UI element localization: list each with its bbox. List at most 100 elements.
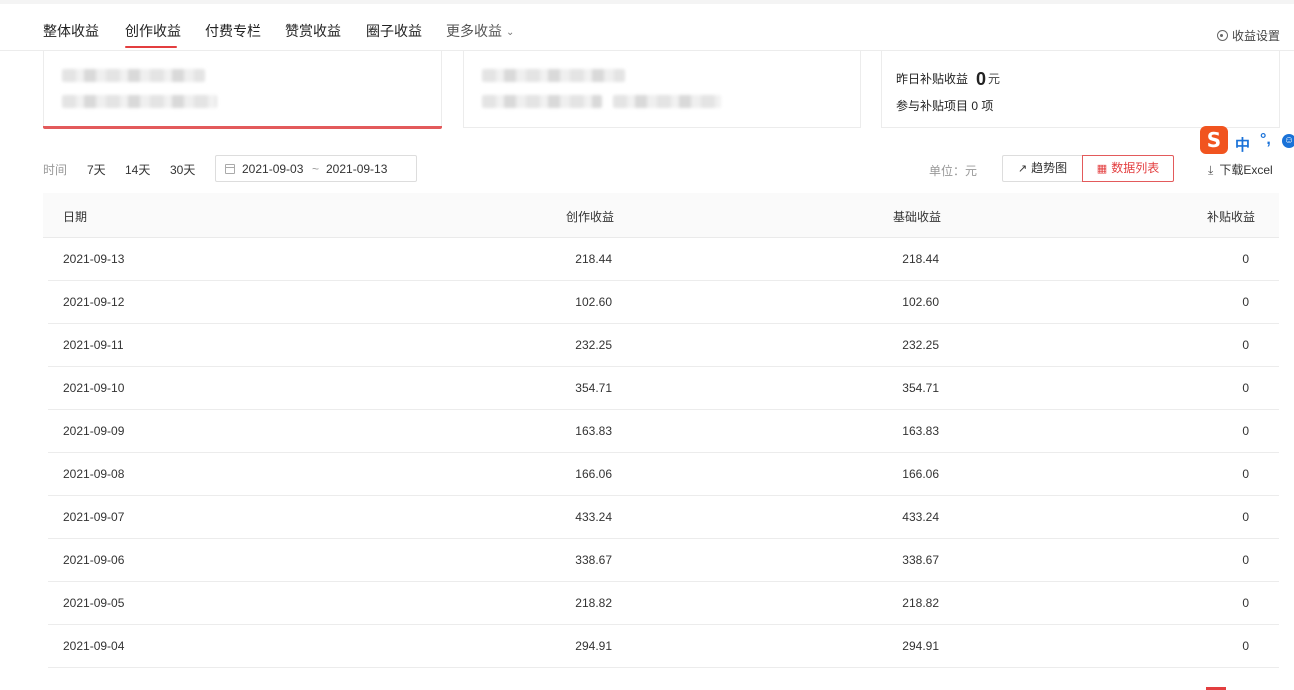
tab-tip-income[interactable]: 赞赏收益 <box>285 21 341 41</box>
cell-base-income: 294.91 <box>902 639 939 653</box>
ime-toolbar[interactable]: S 中 °, ☺ <box>1198 126 1294 158</box>
blurred-text <box>482 69 625 82</box>
cell-date: 2021-09-04 <box>63 639 125 653</box>
yesterday-subsidy: 昨日补贴收益 0 元 <box>896 69 1000 90</box>
data-list-button[interactable]: ▦ 数据列表 <box>1082 155 1174 182</box>
date-end[interactable]: 2021-09-13 <box>326 162 387 176</box>
cell-subsidy-income: 0 <box>1242 252 1249 266</box>
income-table: 日期 创作收益 基础收益 补贴收益 2021-09-13 218.44 218.44… <box>43 193 1279 668</box>
unit-label: 单位：元 <box>929 164 978 178</box>
cell-base-income: 163.83 <box>902 424 939 438</box>
range-14-days[interactable]: 14天 <box>125 161 150 178</box>
cell-creation-income: 294.91 <box>575 639 612 653</box>
cell-date: 2021-09-12 <box>63 295 125 309</box>
data-list-label: 数据列表 <box>1111 161 1160 175</box>
calendar-icon <box>225 164 235 174</box>
cell-date: 2021-09-05 <box>63 596 125 610</box>
cell-creation-income: 218.82 <box>575 596 612 610</box>
tab-overall-income[interactable]: 整体收益 <box>43 21 99 41</box>
blurred-text <box>62 69 205 82</box>
cell-subsidy-income: 0 <box>1242 510 1249 524</box>
table-row: 2021-09-11 232.25 232.25 0 <box>48 324 1279 367</box>
column-header-creation-income: 创作收益 <box>565 210 614 224</box>
cell-subsidy-income: 0 <box>1242 381 1249 395</box>
blurred-text <box>482 95 602 108</box>
tab-more-income[interactable]: 更多收益 ⌄ <box>446 21 514 41</box>
trend-chart-label: 趋势图 <box>1031 161 1068 175</box>
income-settings-label: 收益设置 <box>1231 29 1280 43</box>
cell-creation-income: 433.24 <box>575 510 612 524</box>
date-range-picker[interactable]: 2021-09-03 ~ 2021-09-13 <box>215 155 417 182</box>
download-icon: ⤓ <box>1208 163 1214 177</box>
subsidy-projects-count: 参与补贴项目 0 项 <box>896 99 994 113</box>
cell-subsidy-income: 0 <box>1242 295 1249 309</box>
table-row: 2021-09-05 218.82 218.82 0 <box>48 582 1279 625</box>
selected-card-indicator <box>43 126 442 129</box>
tab-paid-column[interactable]: 付费专栏 <box>205 21 261 41</box>
cell-subsidy-income: 0 <box>1242 424 1249 438</box>
tab-circle-income[interactable]: 圈子收益 <box>366 21 422 41</box>
cell-subsidy-income: 0 <box>1242 639 1249 653</box>
line-chart-icon: ↗ <box>1017 163 1028 175</box>
cell-base-income: 218.44 <box>902 252 939 266</box>
filter-bar: 时间 7天 14天 30天 2021-09-03 ~ 2021-09-13 单位… <box>0 155 1294 183</box>
column-header-base-income: 基础收益 <box>892 210 941 224</box>
table-row: 2021-09-09 163.83 163.83 0 <box>48 410 1279 453</box>
yesterday-subsidy-value: 0 <box>976 69 987 89</box>
cell-creation-income: 338.67 <box>575 553 612 567</box>
cell-date: 2021-09-08 <box>63 467 125 481</box>
date-separator: ~ <box>312 162 320 176</box>
active-tab-indicator <box>125 46 177 48</box>
ime-punctuation-mode[interactable]: °, <box>1260 131 1271 149</box>
cell-subsidy-income: 0 <box>1242 467 1249 481</box>
cell-date: 2021-09-09 <box>63 424 125 438</box>
chevron-down-icon: ⌄ <box>506 27 515 38</box>
cell-creation-income: 163.83 <box>575 424 612 438</box>
cell-base-income: 338.67 <box>902 553 939 567</box>
cell-date: 2021-09-07 <box>63 510 125 524</box>
cell-subsidy-income: 0 <box>1242 338 1249 352</box>
tab-creation-income[interactable]: 创作收益 <box>125 21 181 41</box>
download-excel-button[interactable]: ⤓ 下载Excel <box>1208 161 1273 178</box>
date-start[interactable]: 2021-09-03 <box>242 162 303 176</box>
table-row: 2021-09-04 294.91 294.91 0 <box>48 625 1279 668</box>
income-card-subsidy[interactable]: 昨日补贴收益 0 元 参与补贴项目 0 项 <box>881 51 1280 128</box>
column-header-subsidy-income: 补贴收益 <box>1206 210 1255 224</box>
table-row: 2021-09-07 433.24 433.24 0 <box>48 496 1279 539</box>
table-row: 2021-09-13 218.44 218.44 0 <box>48 238 1279 281</box>
sogou-logo-icon: S <box>1200 126 1228 154</box>
cell-base-income: 232.25 <box>902 338 939 352</box>
table-row: 2021-09-06 338.67 338.67 0 <box>48 539 1279 582</box>
cell-creation-income: 232.25 <box>575 338 612 352</box>
cell-date: 2021-09-06 <box>63 553 125 567</box>
column-header-date: 日期 <box>63 210 88 224</box>
cell-creation-income: 354.71 <box>575 381 612 395</box>
cell-base-income: 433.24 <box>902 510 939 524</box>
cell-base-income: 166.06 <box>902 467 939 481</box>
gear-icon <box>1216 30 1228 41</box>
cell-base-income: 354.71 <box>902 381 939 395</box>
yesterday-subsidy-label: 昨日补贴收益 <box>896 72 969 86</box>
cell-base-income: 102.60 <box>902 295 939 309</box>
range-7-days[interactable]: 7天 <box>87 161 106 178</box>
download-excel-label: 下载Excel <box>1219 163 1273 177</box>
range-30-days[interactable]: 30天 <box>170 161 195 178</box>
blurred-text <box>613 95 721 108</box>
table-icon: ▦ <box>1096 163 1108 175</box>
cell-date: 2021-09-13 <box>63 252 125 266</box>
tab-more-label: 更多收益 <box>446 23 502 39</box>
income-card-base[interactable] <box>463 51 861 128</box>
trend-chart-button[interactable]: ↗ 趋势图 <box>1002 155 1082 182</box>
cell-subsidy-income: 0 <box>1242 553 1249 567</box>
blurred-text <box>62 95 217 108</box>
cell-date: 2021-09-11 <box>63 338 124 352</box>
yesterday-subsidy-unit: 元 <box>988 72 1001 86</box>
table-row: 2021-09-08 166.06 166.06 0 <box>48 453 1279 496</box>
cell-date: 2021-09-10 <box>63 381 125 395</box>
table-row: 2021-09-12 102.60 102.60 0 <box>48 281 1279 324</box>
ime-chinese-mode[interactable]: 中 <box>1235 134 1250 155</box>
cell-creation-income: 218.44 <box>575 252 612 266</box>
income-card-creation[interactable] <box>43 51 442 129</box>
ime-emoji-icon[interactable]: ☺ <box>1282 134 1294 148</box>
income-settings-link[interactable]: 收益设置 <box>1216 27 1280 44</box>
